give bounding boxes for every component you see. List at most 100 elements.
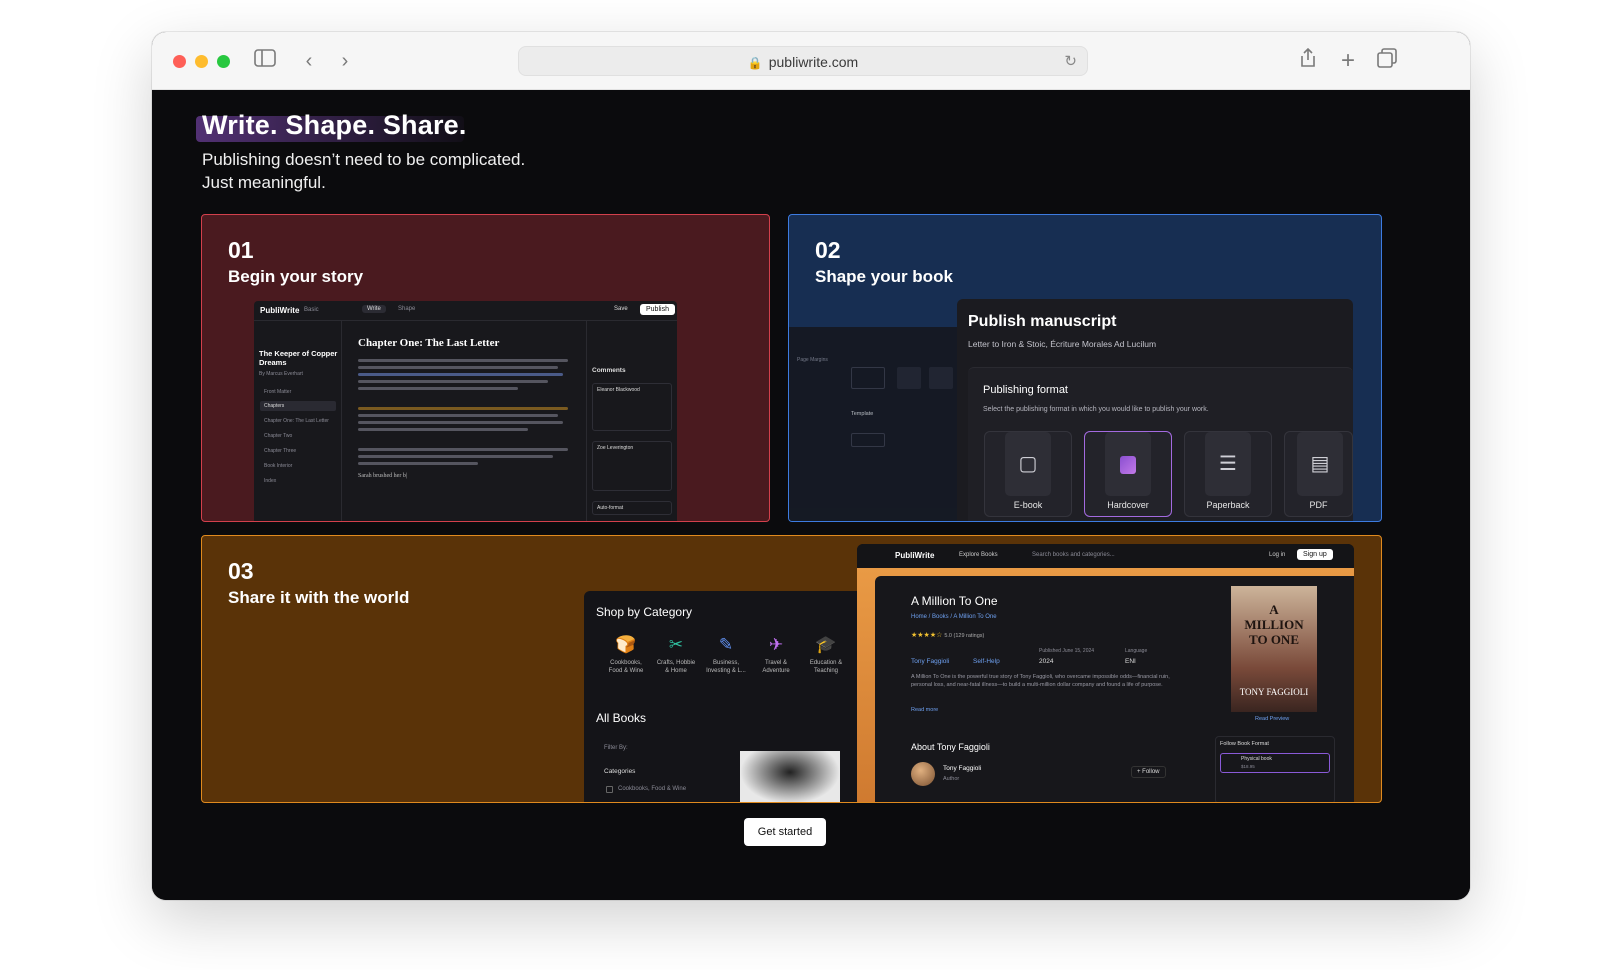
category-label: Education & Teaching — [809, 660, 843, 674]
format-box-title: Follow Book Format — [1220, 741, 1269, 747]
follow-author-button[interactable]: + Follow — [1131, 766, 1166, 778]
template-label: Template — [851, 411, 874, 417]
category-cookbooks[interactable]: 🍞 Cookbooks, Food & Wine — [606, 635, 646, 675]
all-books-title: All Books — [596, 711, 647, 725]
editor-logo: PubliWrite — [260, 306, 300, 315]
store-search-input[interactable]: Search books and categories... — [1032, 552, 1115, 558]
publishing-format-desc: Select the publishing format in which yo… — [983, 406, 1209, 413]
store-navbar: PubliWrite Explore Books Search books an… — [857, 544, 1354, 568]
format-label: PDF — [1309, 500, 1328, 510]
signup-button[interactable]: Sign up — [1297, 549, 1333, 560]
sidebar-item-chapter-one[interactable]: Chapter One: The Last Letter — [264, 418, 329, 424]
sidebar-item-index[interactable]: Index — [264, 478, 276, 484]
comment-card[interactable]: Zoe Leverington — [592, 441, 672, 491]
sidebar-item-chapters[interactable]: Chapters — [264, 403, 284, 409]
tab-write[interactable]: Write — [362, 305, 386, 313]
book-publisher-link[interactable]: Self-Help — [973, 658, 1000, 665]
published-label: Published June 15, 2024 — [1039, 648, 1095, 654]
format-label: Paperback — [1206, 500, 1250, 510]
publish-dialog-subtitle: Letter to Iron & Stoic, Écriture Morales… — [968, 339, 1157, 349]
publish-button[interactable]: Publish — [640, 304, 675, 315]
format-option-label: Physical book — [1241, 756, 1272, 762]
maximize-window-button[interactable] — [217, 55, 230, 68]
reload-icon[interactable]: ↻ — [1064, 47, 1077, 77]
book-detail-title: A Million To One — [911, 594, 998, 608]
comment-card[interactable]: Eleanor Blackwood — [592, 383, 672, 431]
book-thumbnail[interactable] — [740, 751, 840, 802]
book-description: A Million To One is the powerful true st… — [911, 674, 1170, 688]
minimize-window-button[interactable] — [195, 55, 208, 68]
language-value: ENI — [1125, 658, 1136, 665]
paperback-icon: ☰ — [1205, 432, 1251, 496]
editor-sidebar: The Keeper of Copper Dreams By Marcus Ev… — [254, 321, 342, 521]
comment-author: Eleanor Blackwood — [597, 387, 640, 393]
language-label: Language — [1125, 648, 1148, 654]
cover-title-line2: MILLION — [1244, 617, 1304, 632]
format-option-ebook[interactable]: ▢ E-book — [984, 431, 1072, 517]
editor-screenshot: PubliWrite Basic Write Shape Save Publis… — [254, 301, 677, 521]
card-number: 03 — [228, 558, 254, 584]
sidebar-item-chapter-two[interactable]: Chapter Two — [264, 433, 292, 439]
category-business[interactable]: ✎ Business, Investing & L... — [706, 635, 746, 675]
publish-dialog: Publish manuscript Letter to Iron & Stoi… — [957, 299, 1353, 521]
comments-heading: Comments — [592, 367, 626, 374]
category-label: Travel & Adventure — [762, 660, 790, 674]
forward-icon[interactable]: › — [335, 48, 355, 74]
card-begin-story: 01 Begin your story PubliWrite Basic Wri… — [201, 214, 770, 522]
category-label: Business, Investing & L... — [706, 660, 746, 674]
card-number: 02 — [815, 237, 841, 263]
sidebar-item-book-interior[interactable]: Book Interior — [264, 463, 292, 469]
rating-text: 5.0 (129 ratings) — [944, 633, 985, 639]
login-link[interactable]: Log in — [1269, 552, 1285, 558]
get-started-button[interactable]: Get started — [744, 818, 826, 846]
book-author: By Marcus Everhart — [259, 371, 303, 377]
browser-toolbar: ‹ › 🔒 publiwrite.com ↻ + — [152, 32, 1470, 90]
close-window-button[interactable] — [173, 55, 186, 68]
manuscript-cursor-line[interactable]: Sarah brushed her b| — [358, 473, 407, 479]
hero-subtitle-line1: Publishing doesn’t need to be complicate… — [202, 150, 526, 169]
categories-filter-toggle[interactable]: Categories — [604, 768, 635, 775]
format-option-pdf[interactable]: ▤ PDF — [1284, 431, 1353, 517]
read-more-link[interactable]: Read more — [911, 707, 938, 713]
card-title: Shape your book — [815, 267, 953, 286]
chapter-heading: Chapter One: The Last Letter — [358, 337, 500, 349]
url-text: publiwrite.com — [768, 54, 859, 70]
address-bar[interactable]: 🔒 publiwrite.com ↻ — [518, 46, 1088, 76]
category-crafts[interactable]: ✂ Crafts, Hobbie & Home — [656, 635, 696, 675]
sidebar-item-chapter-three[interactable]: Chapter Three — [264, 448, 296, 454]
explore-books-dropdown[interactable]: Explore Books — [959, 552, 998, 558]
save-button[interactable]: Save — [614, 306, 628, 312]
card-number: 01 — [228, 237, 254, 263]
share-icon[interactable] — [1296, 47, 1320, 74]
tab-overview-icon[interactable] — [1375, 48, 1399, 74]
hero-title-text: Write. Shape. Share. — [202, 110, 467, 140]
read-preview-link[interactable]: Read Preview — [1255, 716, 1289, 722]
sidebar-item-front-matter[interactable]: Front Matter — [264, 389, 291, 395]
card-title: Share it with the world — [228, 588, 410, 607]
cover-title-line1: A — [1269, 602, 1279, 617]
hero-title: Write. Shape. Share. — [196, 110, 467, 142]
new-tab-icon[interactable]: + — [1336, 48, 1360, 74]
store-logo: PubliWrite — [895, 551, 935, 560]
format-option-physical[interactable]: Physical book $18.95 — [1220, 753, 1330, 773]
tab-shape[interactable]: Shape — [398, 306, 415, 312]
filter-checkbox[interactable] — [606, 786, 613, 793]
comment-author: Zoe Leverington — [597, 445, 634, 451]
category-education[interactable]: 🎓 Education & Teaching — [806, 635, 846, 675]
editor-topbar: PubliWrite Basic Write Shape Save Publis… — [254, 301, 677, 321]
book-author-link[interactable]: Tony Faggioli — [911, 658, 949, 665]
book-cover[interactable]: A MILLION TO ONE TONY FAGGIOLI — [1231, 586, 1317, 712]
category-travel[interactable]: ✈ Travel & Adventure — [756, 635, 796, 675]
back-icon[interactable]: ‹ — [299, 48, 319, 74]
cover-title-line3: TO ONE — [1249, 632, 1299, 647]
category-label: Crafts, Hobbie & Home — [656, 660, 696, 674]
book-breadcrumb[interactable]: Home / Books / A Million To One — [911, 614, 997, 620]
format-option-price: $18.95 — [1241, 764, 1255, 769]
editor-plan: Basic — [304, 307, 319, 313]
format-option-hardcover[interactable]: Hardcover — [1084, 431, 1172, 517]
sidebar-toggle-icon[interactable] — [252, 48, 278, 74]
format-option-paperback[interactable]: ☰ Paperback — [1184, 431, 1272, 517]
comment-card[interactable]: Auto-format — [592, 501, 672, 515]
browser-window: ‹ › 🔒 publiwrite.com ↻ + Write. Shape. Sh… — [152, 32, 1470, 900]
card-title: Begin your story — [228, 267, 364, 286]
